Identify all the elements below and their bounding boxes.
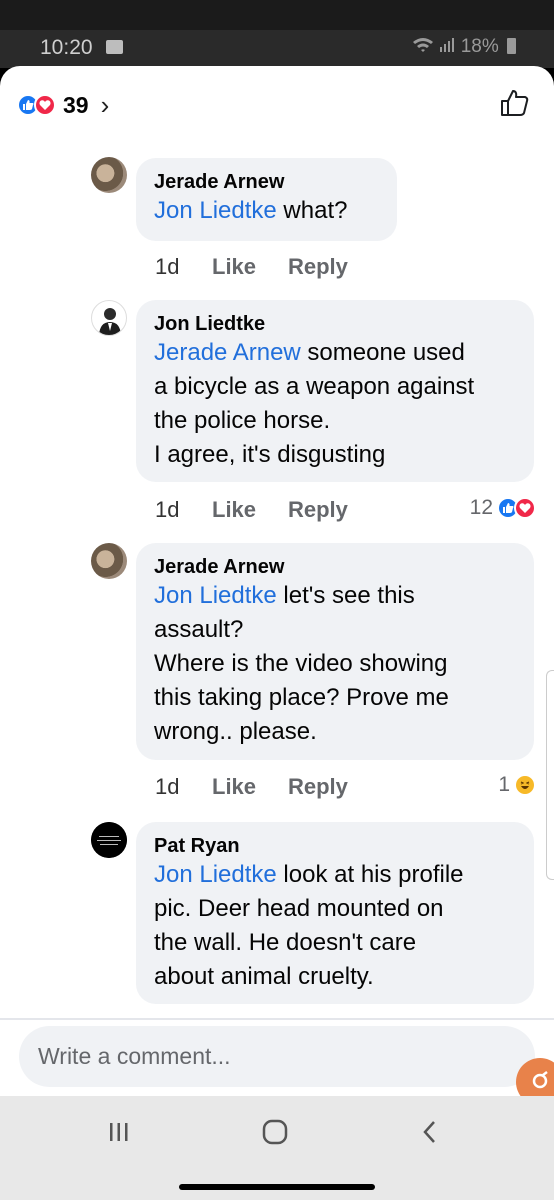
comment-text: Jon Liedtke what? (154, 197, 348, 224)
battery-icon (507, 38, 516, 54)
like-button[interactable]: Like (212, 774, 288, 800)
comment-bubble[interactable]: Pat Ryan Jon Liedtke look at his profile… (136, 822, 534, 1004)
comment-time: 1d (155, 774, 180, 799)
comment-text: Jerade Arnew someone used a bicycle as a… (154, 339, 475, 468)
home-button[interactable] (250, 1114, 300, 1150)
haha-reaction-icon (514, 774, 536, 796)
status-time: 10:20 (40, 36, 93, 59)
like-button[interactable]: Like (212, 497, 288, 523)
thumbs-up-icon[interactable] (499, 88, 529, 118)
gesture-pill[interactable] (179, 1184, 375, 1190)
comment-actions: 1d Like Reply (155, 774, 348, 800)
comment-actions: 1d Like Reply (155, 497, 348, 523)
comment-bubble[interactable]: Jon Liedtke Jerade Arnew someone used a … (136, 300, 534, 482)
comment-text: Jon Liedtke let's see this assault? Wher… (154, 582, 449, 745)
comment-text: Jon Liedtke look at his profile pic. Dee… (154, 861, 464, 990)
comment-actions: 1d Like Reply (155, 254, 348, 280)
comment-reaction-count: 1 (498, 773, 510, 796)
comment-time: 1d (155, 497, 180, 522)
reply-button[interactable]: Reply (288, 497, 348, 523)
gallery-icon (106, 40, 123, 54)
comment-author[interactable]: Jerade Arnew (154, 170, 379, 194)
system-nav-bar (0, 1096, 554, 1200)
scrollbar-thumb[interactable] (546, 670, 554, 880)
chevron-right-icon[interactable]: › (101, 92, 110, 118)
mention-link[interactable]: Jon Liedtke (154, 197, 277, 224)
comment-reaction-count: 12 (469, 496, 493, 519)
comment-bubble[interactable]: Jerade Arnew Jon Liedtke what? (136, 158, 397, 241)
mention-link[interactable]: Jon Liedtke (154, 582, 277, 609)
mention-link[interactable]: Jon Liedtke (154, 861, 277, 888)
avatar-jon-liedtke[interactable] (91, 300, 127, 336)
composer-divider (0, 1018, 554, 1020)
avatar-jerade-arnew[interactable] (91, 543, 127, 579)
like-button[interactable]: Like (212, 254, 288, 280)
status-bar: 10:20 18% (0, 0, 554, 68)
recents-button[interactable] (94, 1114, 144, 1150)
love-reaction-icon (514, 497, 536, 519)
wifi-icon (412, 36, 439, 57)
signal-icon (439, 36, 460, 57)
back-icon (423, 1121, 435, 1143)
reply-button[interactable]: Reply (288, 774, 348, 800)
mention-link[interactable]: Jerade Arnew (154, 339, 301, 366)
reaction-count: 39 (63, 91, 89, 118)
comment-author[interactable]: Jerade Arnew (154, 555, 516, 579)
home-icon (262, 1119, 288, 1145)
comment-time: 1d (155, 254, 180, 279)
comment-reactions[interactable]: 1 (498, 773, 536, 797)
back-button[interactable] (405, 1114, 455, 1150)
recents-icon (110, 1123, 128, 1141)
comment-bubble[interactable]: Jerade Arnew Jon Liedtke let's see this … (136, 543, 534, 760)
avatar-jerade-arnew[interactable] (91, 157, 127, 193)
avatar-pat-ryan[interactable] (91, 822, 127, 858)
battery-percent: 18% (460, 36, 499, 57)
reply-button[interactable]: Reply (288, 254, 348, 280)
status-indicators: 18% (412, 36, 516, 58)
comment-reactions[interactable]: 12 (470, 496, 536, 520)
comment-author[interactable]: Pat Ryan (154, 834, 516, 858)
reaction-summary[interactable]: 39 › (17, 90, 109, 120)
comment-author[interactable]: Jon Liedtke (154, 312, 516, 336)
love-reaction-icon (34, 94, 56, 116)
comment-input[interactable] (19, 1026, 535, 1087)
status-top-strip (0, 0, 554, 30)
